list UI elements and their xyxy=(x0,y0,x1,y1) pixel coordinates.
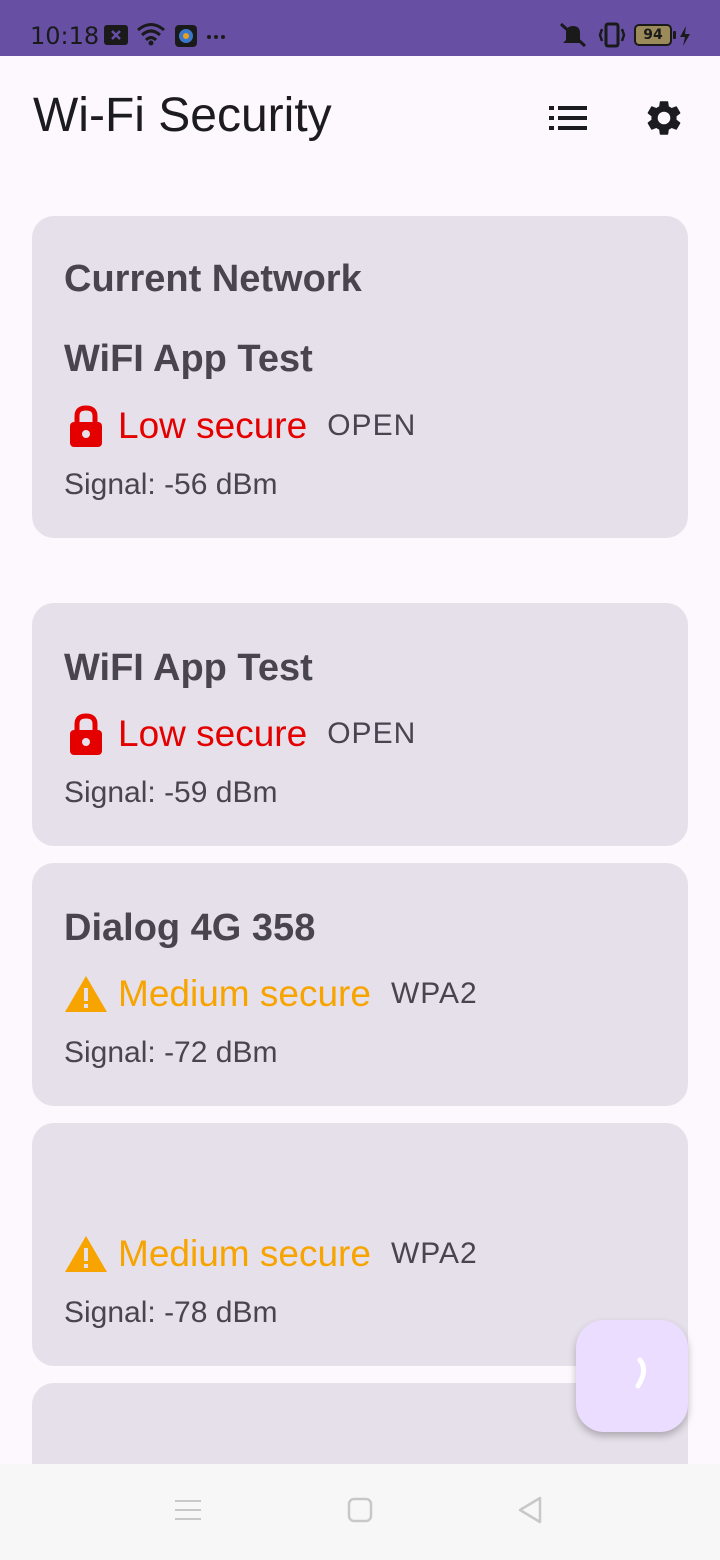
security-type: WPA2 xyxy=(390,1237,478,1270)
more-dots-icon xyxy=(206,28,226,46)
loading-spinner-icon xyxy=(612,1354,652,1399)
page-title: Wi-Fi Security xyxy=(33,89,332,142)
security-label: Low secure xyxy=(118,713,308,754)
charging-icon xyxy=(679,26,691,51)
vibrate-icon xyxy=(597,22,627,53)
status-time: 10:18 xyxy=(30,22,100,50)
network-list-button[interactable] xyxy=(544,96,592,144)
network-card[interactable]: WiFI App Test Low secure OPEN Signal: -5… xyxy=(32,603,688,846)
signal-strength: Signal: -59 dBm xyxy=(64,776,278,809)
recents-button[interactable] xyxy=(168,1492,208,1532)
signal-strength: Signal: -78 dBm xyxy=(64,1296,278,1329)
security-type: WPA2 xyxy=(390,977,478,1010)
home-button[interactable] xyxy=(340,1492,380,1532)
security-row: Low secure OPEN xyxy=(64,710,416,758)
list-icon xyxy=(549,105,587,135)
back-button[interactable] xyxy=(510,1492,550,1532)
system-nav-bar xyxy=(0,1464,720,1560)
security-label: Medium secure xyxy=(118,1233,371,1274)
security-row: Low secure OPEN xyxy=(64,402,416,450)
warning-icon xyxy=(64,972,108,1016)
battery-icon: 94 xyxy=(634,24,676,46)
signal-strength: Signal: -56 dBm xyxy=(64,468,278,501)
security-row: Medium secure WPA2 xyxy=(64,1230,478,1278)
security-type: OPEN xyxy=(327,409,417,442)
settings-icon xyxy=(643,97,685,144)
signal-strength: Signal: -72 dBm xyxy=(64,1036,278,1069)
current-network-heading: Current Network xyxy=(64,258,362,300)
lock-icon xyxy=(64,404,108,448)
security-type: OPEN xyxy=(327,717,417,750)
security-label: Medium secure xyxy=(118,973,371,1014)
settings-button[interactable] xyxy=(640,96,688,144)
notification-x-icon xyxy=(104,25,128,50)
network-card[interactable]: Dialog 4G 358 Medium secure WPA2 Signal:… xyxy=(32,863,688,1106)
security-row: Medium secure WPA2 xyxy=(64,970,478,1018)
warning-icon xyxy=(64,1232,108,1276)
security-label: Low secure xyxy=(118,405,308,446)
home-square-icon xyxy=(347,1497,373,1528)
network-name: WiFI App Test xyxy=(64,338,313,380)
mute-vibrate-icon xyxy=(558,22,588,53)
back-triangle-icon xyxy=(517,1496,543,1529)
refresh-button[interactable] xyxy=(576,1320,688,1432)
status-bar: 10:18 94 xyxy=(0,0,720,56)
network-name: Dialog 4G 358 xyxy=(64,907,316,949)
lock-icon xyxy=(64,712,108,756)
current-network-card[interactable]: Current Network WiFI App Test Low secure… xyxy=(32,216,688,538)
app-notification-icon xyxy=(174,24,198,53)
wifi-icon xyxy=(136,22,166,51)
menu-icon xyxy=(174,1498,202,1527)
network-name: WiFI App Test xyxy=(64,647,313,689)
